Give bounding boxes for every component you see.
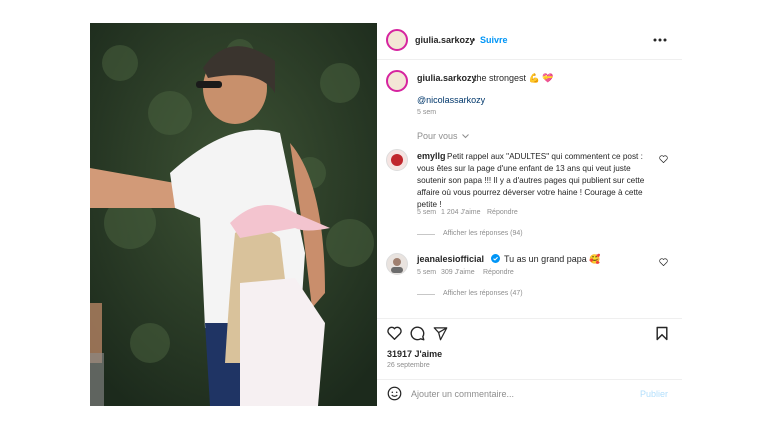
comment-reply-button[interactable]: Répondre (487, 209, 518, 216)
avatar-icon (391, 154, 403, 166)
comment-time[interactable]: 5 sem (417, 269, 436, 276)
post-header: giulia.sarkozy • Suivre (377, 23, 682, 60)
replies-divider (417, 294, 435, 295)
comment-likes-count[interactable]: 1 204 J'aime (441, 209, 480, 216)
post-photo[interactable] (90, 23, 377, 406)
share-icon[interactable] (433, 326, 448, 341)
view-replies-button[interactable]: Afficher les réponses (47) (443, 290, 523, 297)
post-photo-image (90, 23, 377, 406)
avatar-icon (391, 258, 403, 273)
post-side-panel: giulia.sarkozy • Suivre giulia.sarkozy t… (377, 23, 682, 406)
author-avatar[interactable] (386, 29, 408, 51)
comment-filter-label: Pour vous (417, 131, 458, 141)
replies-divider (417, 234, 435, 235)
comment-like-heart-icon[interactable] (659, 155, 668, 163)
caption-username[interactable]: giulia.sarkozy (417, 73, 477, 83)
post-likes-count[interactable]: 31917 J'aime (387, 349, 442, 359)
comment-text: Tu as un grand papa 🥰 (504, 254, 601, 264)
heart-icon[interactable] (387, 326, 402, 340)
caption-time[interactable]: 5 sem (417, 109, 436, 116)
follow-button[interactable]: Suivre (480, 35, 508, 45)
comment-icon[interactable] (410, 326, 425, 341)
verified-badge-icon (491, 254, 500, 263)
publish-button[interactable]: Publier (640, 389, 668, 399)
commenter-avatar[interactable] (386, 149, 408, 171)
comment-time[interactable]: 5 sem (417, 209, 436, 216)
comment-text: Petit rappel aux "ADULTES" qui commenten… (417, 152, 645, 209)
commenter-avatar[interactable] (386, 253, 408, 275)
emoji-icon[interactable] (387, 386, 402, 401)
post-date[interactable]: 26 septembre (387, 362, 430, 369)
view-replies-button[interactable]: Afficher les réponses (94) (443, 230, 523, 237)
comment-username[interactable]: jeanalesiofficial (417, 254, 484, 264)
chevron-down-icon (462, 134, 469, 139)
caption-mention-link[interactable]: @nicolassarkozy (417, 95, 485, 105)
bookmark-icon[interactable] (656, 326, 668, 341)
caption-text: the strongest 💪 💝 (474, 73, 554, 83)
author-username[interactable]: giulia.sarkozy (415, 35, 475, 45)
comment-filter[interactable]: Pour vous (417, 131, 469, 141)
caption-avatar[interactable] (386, 70, 408, 92)
add-comment-bar: Ajouter un commentaire... Publier (377, 379, 682, 407)
instagram-post: giulia.sarkozy • Suivre giulia.sarkozy t… (90, 23, 682, 406)
comment-likes-count[interactable]: 309 J'aime (441, 269, 475, 276)
more-options-icon[interactable] (653, 37, 667, 43)
comment-reply-button[interactable]: Répondre (483, 269, 514, 276)
add-comment-input[interactable]: Ajouter un commentaire... (411, 389, 514, 399)
header-separator: • (472, 35, 476, 45)
comment-like-heart-icon[interactable] (659, 258, 668, 266)
